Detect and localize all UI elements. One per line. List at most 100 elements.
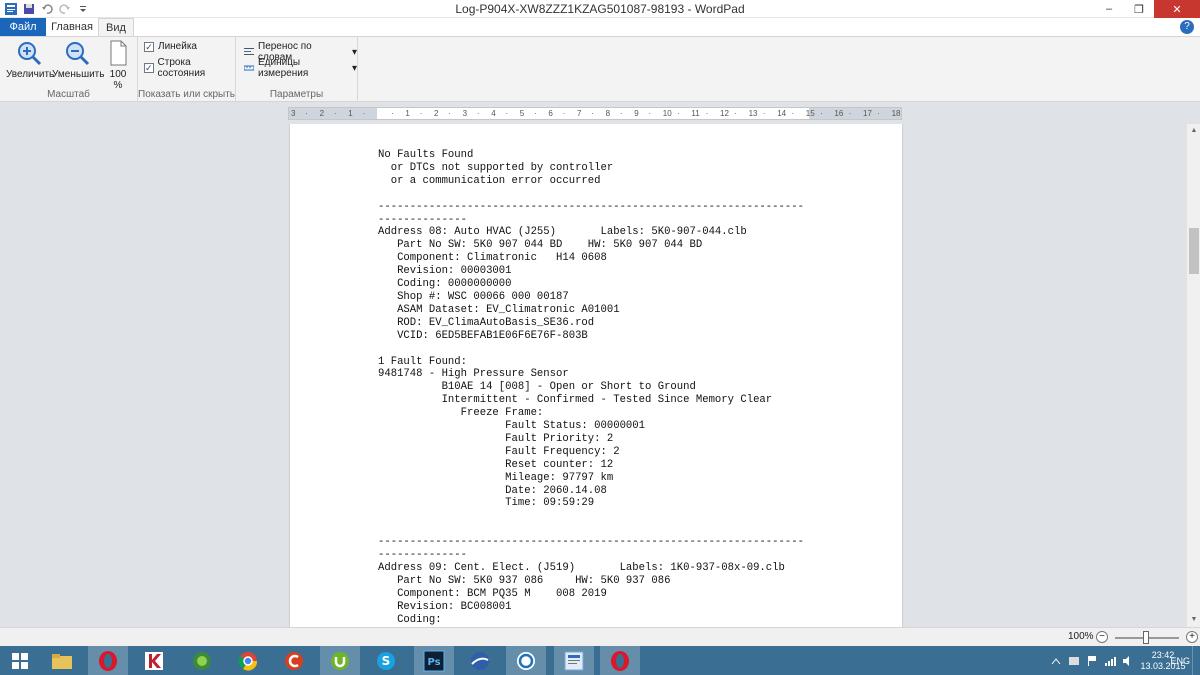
show-hide-group: ✓ Линейка ✓ Строка состояния Показать ил… bbox=[138, 37, 236, 102]
volume-icon[interactable] bbox=[1122, 655, 1134, 667]
zoom-slider-thumb[interactable] bbox=[1143, 631, 1149, 644]
network-icon[interactable] bbox=[1104, 655, 1116, 667]
ruler-tick: · bbox=[305, 109, 308, 118]
ruler-tick: · bbox=[848, 109, 852, 118]
document-line: Fault Frequency: 2 bbox=[378, 445, 620, 458]
taskbar-ccleaner[interactable] bbox=[274, 646, 314, 675]
ruler-checkbox[interactable]: ✓ Линейка bbox=[144, 41, 197, 52]
ruler-tick: · bbox=[448, 109, 451, 118]
ruler-tick: 10 bbox=[662, 109, 672, 118]
zoom-100-button[interactable]: 100 % bbox=[104, 39, 132, 91]
ruler-checkbox-label: Линейка bbox=[158, 41, 197, 52]
document-line: 1 Fault Found: bbox=[378, 355, 468, 368]
start-button[interactable] bbox=[0, 646, 40, 675]
ruler-check-box[interactable]: ✓ bbox=[144, 41, 154, 52]
taskbar-google-earth[interactable] bbox=[460, 646, 500, 675]
ruler-tick: · bbox=[619, 109, 623, 118]
chrome-icon bbox=[238, 651, 258, 671]
scrollbar-thumb[interactable] bbox=[1189, 228, 1199, 274]
document-line: B10AE 14 [008] - Open or Short to Ground bbox=[378, 381, 696, 394]
document-line: -------------- bbox=[378, 213, 468, 226]
ruler-tick: · bbox=[419, 109, 423, 118]
tray-flag-icon[interactable] bbox=[1086, 655, 1098, 667]
tray-app-icon[interactable] bbox=[1068, 655, 1080, 667]
zoom-out-button[interactable]: Уменьшить bbox=[52, 39, 104, 80]
document-line: ----------------------------------------… bbox=[378, 200, 804, 213]
document-line: Shop #: WSC 00066 000 00187 bbox=[378, 290, 569, 303]
ruler-tick: · bbox=[505, 109, 509, 118]
document-line: Part No SW: 5K0 937 086 HW: 5K0 937 086 bbox=[378, 574, 671, 587]
google-earth-icon bbox=[471, 651, 489, 670]
zoom-in-button[interactable]: Увеличить bbox=[6, 39, 55, 80]
ruler-tick: 2 bbox=[434, 109, 439, 118]
document-line: Freeze Frame: bbox=[378, 407, 544, 420]
taskbar-opera-2[interactable] bbox=[600, 646, 640, 675]
status-bar-checkbox-label: Строка состояния bbox=[157, 57, 206, 79]
window-controls: – ❐ ✕ bbox=[1094, 0, 1200, 18]
taskbar-wordpad[interactable] bbox=[554, 646, 594, 675]
ruler-tick: 1 bbox=[348, 109, 353, 118]
ruler-right-margin bbox=[809, 108, 901, 119]
document-text[interactable]: No Faults Found or DTCs not supported by… bbox=[378, 149, 804, 627]
help-button[interactable]: ? bbox=[1180, 20, 1194, 34]
language-indicator[interactable]: ENG bbox=[1170, 646, 1190, 675]
windows-icon bbox=[12, 652, 28, 669]
minimize-button[interactable]: – bbox=[1094, 0, 1124, 18]
skype-icon: S bbox=[377, 651, 395, 670]
zoom-out-icon bbox=[63, 39, 91, 67]
taskbar-ie[interactable] bbox=[506, 646, 546, 675]
document-line: ROD: EV_ClimaAutoBasis_SE36.rod bbox=[378, 316, 595, 329]
document-line: Revision: 00003001 bbox=[378, 265, 512, 278]
taskbar-opera-1[interactable] bbox=[88, 646, 128, 675]
taskbar-photoshop[interactable]: Ps bbox=[414, 646, 454, 675]
zoom-in-icon bbox=[15, 39, 43, 67]
ruler-tick: · bbox=[762, 109, 766, 118]
close-button[interactable]: ✕ bbox=[1154, 0, 1200, 18]
taskbar-utorrent[interactable] bbox=[320, 646, 360, 675]
zoom-in-label: Увеличить bbox=[6, 69, 55, 80]
opera-icon bbox=[99, 650, 117, 671]
document-line: Address 08: Auto HVAC (J255) Labels: 5K0… bbox=[378, 226, 747, 239]
taskbar-chrome[interactable] bbox=[228, 646, 268, 675]
ruler-tick: 14 bbox=[777, 109, 787, 118]
units-dropdown[interactable]: Единицы измерения ▾ bbox=[243, 57, 357, 79]
ruler[interactable]: 3 · 2 · 1 · · 1 · 2 · 3 · 4 · 5 · 6 · 7 · 8 · 9 · 10 · 11 · 12 · 13 · 14 ·… bbox=[288, 107, 902, 120]
document-page[interactable]: No Faults Found or DTCs not supported by… bbox=[290, 124, 902, 627]
taskbar-explorer[interactable] bbox=[42, 646, 82, 675]
status-bar-checkbox[interactable]: ✓ Строка состояния bbox=[144, 57, 235, 79]
tab-view[interactable]: Вид bbox=[98, 18, 134, 36]
tab-home[interactable]: Главная bbox=[50, 18, 94, 36]
ribbon-panel: Увеличить Уменьшить 100 % Масштаб ✓ Лине… bbox=[0, 36, 1200, 102]
title-bar: Log-P904X-XW8ZZZ1KZAG501087-98193 - Word… bbox=[0, 0, 1200, 18]
document-area: No Faults Found or DTCs not supported by… bbox=[0, 124, 1186, 627]
ruler-tick: · bbox=[734, 109, 737, 118]
show-hidden-icons-icon[interactable] bbox=[1050, 655, 1062, 667]
taskbar-globe-app[interactable] bbox=[182, 646, 222, 675]
zoom-out-status-button[interactable]: − bbox=[1096, 631, 1108, 643]
opera-icon bbox=[611, 650, 629, 671]
document-line: or DTCs not supported by controller bbox=[378, 161, 614, 174]
tab-file[interactable]: Файл bbox=[0, 18, 46, 36]
status-bar-check-box[interactable]: ✓ bbox=[144, 63, 154, 73]
ruler-tick: 8 bbox=[605, 109, 611, 118]
show-desktop-button[interactable] bbox=[1192, 646, 1200, 675]
taskbar-skype[interactable]: S bbox=[366, 646, 406, 675]
ribbon-tabs: Файл Главная Вид ? bbox=[0, 18, 1200, 36]
scroll-up-icon[interactable]: ▲ bbox=[1187, 124, 1200, 138]
maximize-button[interactable]: ❐ bbox=[1124, 0, 1154, 18]
show-hide-group-label: Показать или скрыть bbox=[138, 89, 235, 100]
ruler-tick: · bbox=[362, 109, 366, 118]
document-line: or a communication error occurred bbox=[378, 174, 601, 187]
document-line: Coding: 0000000000 bbox=[378, 278, 512, 291]
options-group: Перенос по словам ▾ Единицы измерения ▾ … bbox=[236, 37, 358, 102]
taskbar-kaspersky[interactable] bbox=[134, 646, 174, 675]
page-icon bbox=[108, 39, 128, 67]
ruler-tick: 12 bbox=[720, 109, 729, 118]
scroll-down-icon[interactable]: ▼ bbox=[1187, 613, 1200, 627]
window-title: Log-P904X-XW8ZZZ1KZAG501087-98193 - Word… bbox=[455, 2, 745, 16]
zoom-in-status-button[interactable]: + bbox=[1186, 631, 1198, 643]
kaspersky-icon bbox=[145, 651, 163, 670]
zoom-group: Увеличить Уменьшить 100 % Масштаб bbox=[0, 37, 138, 102]
vertical-scrollbar[interactable]: ▲ ▼ bbox=[1186, 124, 1200, 627]
